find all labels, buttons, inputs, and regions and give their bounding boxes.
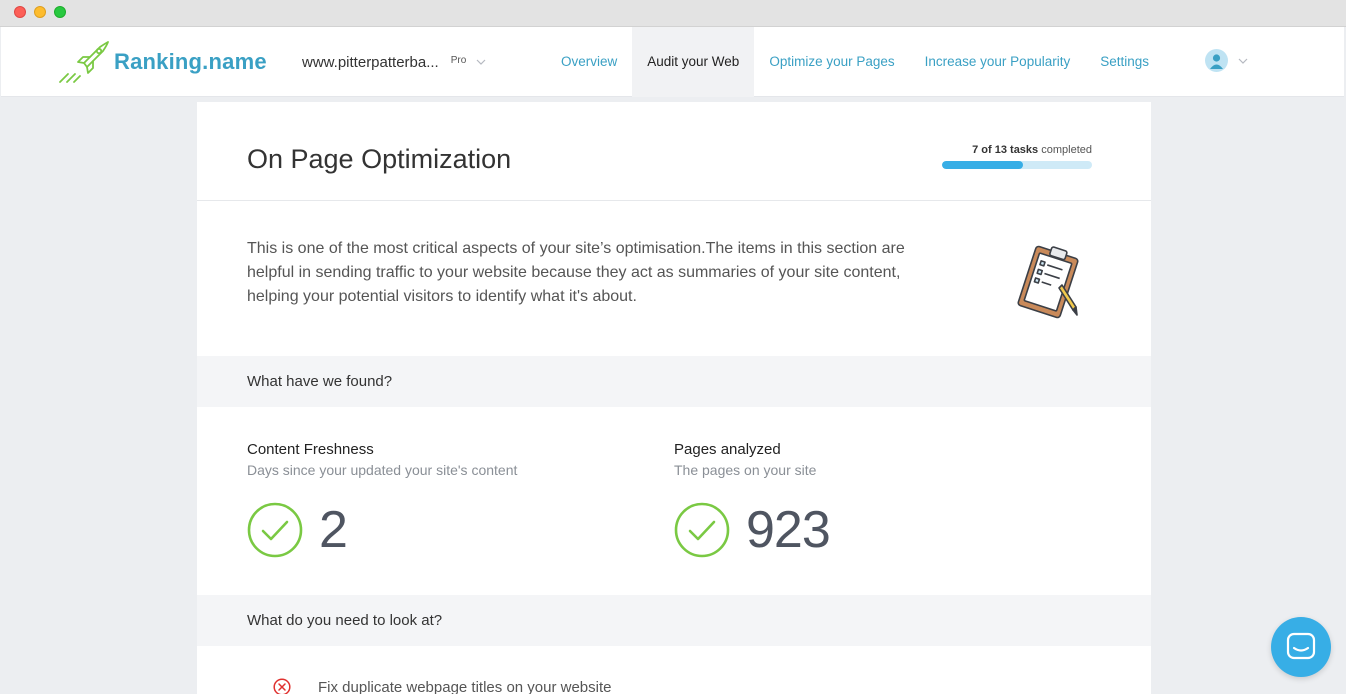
- main-tabs: Overview Audit your Web Optimize your Pa…: [546, 27, 1164, 97]
- metric-value: 923: [746, 501, 831, 559]
- minimize-window-button[interactable]: [34, 6, 46, 18]
- clipboard-icon: [1017, 245, 1079, 319]
- card-header: On Page Optimization 7 of 13 tasks compl…: [197, 102, 1151, 201]
- metric-title: Pages analyzed: [674, 441, 781, 458]
- check-circle-icon: [247, 502, 303, 558]
- user-icon: [1210, 54, 1223, 69]
- error-circle-icon: [273, 678, 291, 694]
- progress-suffix: completed: [1041, 144, 1092, 156]
- metric-value: 2: [319, 501, 348, 559]
- found-heading: What have we found?: [197, 356, 1151, 407]
- todo-heading: What do you need to look at?: [197, 595, 1151, 646]
- metric-value-row: 2: [247, 500, 517, 560]
- chat-launcher-button[interactable]: [1271, 617, 1331, 677]
- metric-subtitle: Days since your updated your site's cont…: [247, 462, 518, 478]
- metric-pages-analyzed: Pages analyzed The pages on your site 92…: [674, 441, 831, 560]
- site-selector[interactable]: www.pitterpatterba... Pro: [302, 27, 486, 97]
- metrics-section: Content Freshness Days since your update…: [197, 407, 1151, 595]
- maximize-window-button[interactable]: [54, 6, 66, 18]
- page-title: On Page Optimization: [247, 144, 512, 174]
- close-window-button[interactable]: [14, 6, 26, 18]
- progress-bar-fill: [942, 161, 1023, 169]
- top-navigation: Ranking.name www.pitterpatterba... Pro O…: [1, 27, 1344, 97]
- task-progress: 7 of 13 tasks completed: [942, 144, 1092, 169]
- tab-increase-your-popularity[interactable]: Increase your Popularity: [910, 27, 1086, 97]
- tab-settings[interactable]: Settings: [1085, 27, 1164, 97]
- metric-content-freshness: Content Freshness Days since your update…: [247, 441, 517, 560]
- intro-text: This is one of the most critical aspects…: [247, 240, 905, 305]
- metric-value-row: 923: [674, 500, 831, 560]
- brand-name: Ranking.name: [114, 49, 267, 74]
- progress-label: 7 of 13 tasks completed: [942, 144, 1092, 156]
- user-menu[interactable]: [1205, 49, 1248, 72]
- rocket-icon: [59, 41, 109, 83]
- metric-subtitle: The pages on your site: [674, 462, 817, 478]
- site-url: www.pitterpatterba...: [302, 53, 439, 71]
- chevron-down-icon: [1238, 58, 1248, 64]
- progress-count: 7 of 13 tasks: [972, 144, 1039, 156]
- avatar: [1205, 49, 1228, 72]
- plan-badge: Pro: [450, 54, 467, 66]
- progress-bar: [942, 161, 1092, 169]
- task-item[interactable]: Fix duplicate webpage titles on your web…: [197, 646, 1151, 694]
- window-titlebar: [0, 0, 1346, 27]
- intro-section: This is one of the most critical aspects…: [197, 201, 1151, 356]
- chevron-down-icon: [476, 59, 486, 65]
- content-card: On Page Optimization 7 of 13 tasks compl…: [197, 102, 1151, 694]
- chat-icon: [1286, 632, 1316, 660]
- task-label: Fix duplicate webpage titles on your web…: [318, 679, 612, 694]
- check-circle-icon: [674, 502, 730, 558]
- metric-title: Content Freshness: [247, 441, 374, 458]
- tab-overview[interactable]: Overview: [546, 27, 632, 97]
- tab-optimize-your-pages[interactable]: Optimize your Pages: [754, 27, 909, 97]
- brand-logo[interactable]: Ranking.name: [56, 27, 267, 97]
- tab-audit-your-web[interactable]: Audit your Web: [632, 27, 755, 97]
